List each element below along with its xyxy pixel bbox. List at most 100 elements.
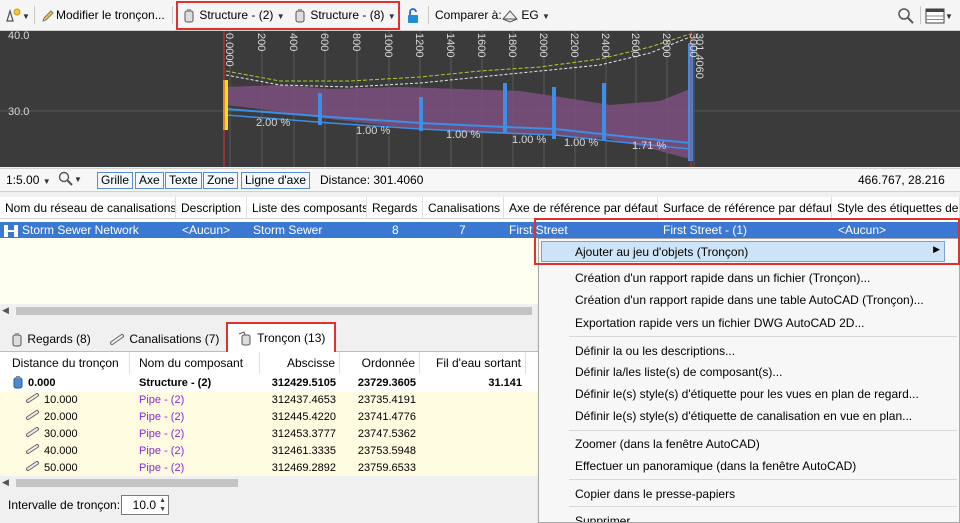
invert-out-cell bbox=[420, 460, 522, 476]
view-options-button[interactable]: ▼ bbox=[925, 4, 953, 26]
menu-item-export-dwg[interactable]: Exportation rapide vers un fichier DWG A… bbox=[575, 314, 864, 332]
northing-cell: 23759.6533 bbox=[357, 462, 416, 474]
easting-cell: 312445.4220 bbox=[271, 411, 336, 423]
slope-label: 1.00 % bbox=[356, 125, 391, 137]
scrollbar-thumb[interactable] bbox=[16, 307, 532, 315]
tab-pipes[interactable]: Canalisations (7) bbox=[110, 326, 226, 352]
table-row[interactable]: 30.000 Pipe - (2) 312453.3777 23747.5362 bbox=[0, 426, 538, 443]
compare-label: Comparer à: bbox=[435, 8, 502, 22]
zone-toggle-button[interactable]: Zone bbox=[203, 172, 239, 189]
structure-right-dropdown[interactable]: Structure - (8) ▼ bbox=[293, 4, 396, 26]
invert-out-cell bbox=[420, 392, 522, 409]
column-header[interactable]: Description bbox=[176, 197, 247, 219]
tab-section[interactable]: Tronçon (13) bbox=[226, 322, 336, 352]
tab-structures[interactable]: Regards (8) bbox=[10, 326, 104, 352]
northing-cell: 23735.4191 bbox=[357, 394, 416, 406]
menu-item-report-table[interactable]: Création d'un rapport rapide dans une ta… bbox=[575, 291, 924, 309]
northing-cell: 23741.4776 bbox=[357, 411, 416, 423]
table-row[interactable]: 20.000 Pipe - (2) 312445.4220 23741.4776 bbox=[0, 409, 538, 426]
component-name-cell: Pipe - (2) bbox=[139, 428, 185, 440]
interval-label: Intervalle de tronçon: bbox=[8, 498, 121, 512]
distance-cell: 10.000 bbox=[44, 394, 78, 406]
profile-view[interactable]: 40.0 30.0 0.0000 200 400 600 800 1000 1200 1400… bbox=[0, 31, 960, 167]
distance-cell: 40.000 bbox=[44, 445, 78, 457]
menu-item-pan[interactable]: Effectuer un panoramique (dans la fenêtr… bbox=[575, 457, 856, 475]
scrollbar-thumb[interactable] bbox=[16, 479, 238, 487]
new-network-button[interactable]: ▼ bbox=[4, 4, 30, 26]
centerline-toggle-button[interactable]: Ligne d'axe bbox=[241, 172, 311, 189]
column-header[interactable]: Liste des composants bbox=[247, 197, 367, 219]
axis-toggle-button[interactable]: Axe bbox=[135, 172, 164, 189]
station-label: 2000 bbox=[537, 33, 549, 58]
scale-dropdown[interactable]: 1:5.00 ▼ bbox=[6, 173, 51, 187]
parts-list-cell: Storm Sewer bbox=[253, 223, 323, 237]
zoom-menu-button[interactable]: ▼ bbox=[58, 171, 82, 187]
column-header[interactable]: Surface de référence par défaut bbox=[658, 197, 832, 219]
distance-cell: 30.000 bbox=[44, 428, 78, 440]
station-label: 2800 bbox=[660, 33, 672, 58]
table-row[interactable]: 40.000 Pipe - (2) 312461.3335 23753.5948 bbox=[0, 443, 538, 460]
grid-header: Nom du réseau de canalisations Descripti… bbox=[0, 197, 960, 219]
scroll-left-arrow-icon[interactable]: ◀ bbox=[2, 477, 9, 488]
pipe-network-icon bbox=[4, 225, 18, 237]
tab-bar: Regards (8) Canalisations (7) Tronçon (1… bbox=[0, 322, 538, 352]
pipes-count-cell: 7 bbox=[459, 223, 466, 237]
column-header[interactable]: Nom du composant bbox=[130, 352, 260, 374]
pipe-icon bbox=[26, 426, 40, 443]
table-row[interactable]: 0.000 Structure - (2) 312429.5105 23729.360… bbox=[0, 375, 538, 392]
menu-item-pipe-label-style[interactable]: Définir le(s) style(s) d'étiquette de ca… bbox=[575, 407, 912, 425]
table-horizontal-scrollbar[interactable]: ◀ bbox=[0, 476, 538, 490]
invert-out-cell bbox=[420, 409, 522, 426]
menu-item-delete[interactable]: Supprimer bbox=[575, 512, 630, 522]
edit-section-button[interactable]: Modifier le tronçon... bbox=[40, 4, 165, 26]
distance-cell: 20.000 bbox=[44, 411, 78, 423]
easting-cell: 312461.3335 bbox=[271, 445, 336, 457]
menu-item-copy-clipboard[interactable]: Copier dans le presse-papiers bbox=[575, 485, 735, 503]
component-name-cell: Pipe - (2) bbox=[139, 411, 185, 423]
menu-item-zoom[interactable]: Zoomer (dans la fenêtre AutoCAD) bbox=[575, 435, 760, 453]
column-header[interactable]: Nom du réseau de canalisations bbox=[0, 197, 176, 219]
elevation-label-mid: 30.0 bbox=[8, 106, 30, 118]
table-row[interactable]: 10.000 Pipe - (2) 312437.4653 23735.4191 bbox=[0, 392, 538, 409]
grid-toggle-button[interactable]: Grille bbox=[97, 172, 134, 189]
menu-separator bbox=[569, 336, 957, 337]
column-header[interactable]: Axe de référence par défaut bbox=[504, 197, 658, 219]
network-name-cell: Storm Sewer Network bbox=[22, 223, 139, 237]
station-label: 800 bbox=[350, 33, 362, 52]
structure-left-dropdown[interactable]: Structure - (2) ▼ bbox=[182, 4, 285, 26]
grid-horizontal-scrollbar[interactable]: ◀ bbox=[0, 304, 538, 318]
structures-count-cell: 8 bbox=[392, 223, 399, 237]
zoom-button[interactable] bbox=[897, 4, 915, 26]
status-bar: 1:5.00 ▼ ▼ Grille Axe Texte Zone Ligne d… bbox=[0, 168, 960, 192]
context-menu-highlight bbox=[534, 218, 960, 265]
column-header[interactable]: Style des étiquettes de bbox=[832, 197, 960, 219]
column-header[interactable]: Fil d'eau sortant bbox=[420, 352, 526, 374]
table-row[interactable]: 50.000 Pipe - (2) 312469.2892 23759.6533 bbox=[0, 460, 538, 476]
column-header[interactable]: Abscisse bbox=[260, 352, 340, 374]
interval-input[interactable]: 10.0 ▲ ▼ bbox=[121, 495, 169, 515]
menu-item-set-descriptions[interactable]: Définir la ou les descriptions... bbox=[575, 342, 735, 360]
unlock-button[interactable] bbox=[405, 4, 421, 26]
slope-label: 1.00 % bbox=[512, 134, 547, 146]
menu-item-set-parts-list[interactable]: Définir la/les liste(s) de composant(s).… bbox=[575, 363, 782, 381]
spinner-arrows-icon[interactable]: ▲ ▼ bbox=[159, 496, 166, 514]
compare-dropdown[interactable]: EG ▼ bbox=[502, 4, 550, 26]
column-header[interactable]: Regards bbox=[367, 197, 423, 219]
menu-item-report-file[interactable]: Création d'un rapport rapide dans un fic… bbox=[575, 269, 870, 287]
menu-item-structure-label-style[interactable]: Définir le(s) style(s) d'étiquette pour … bbox=[575, 385, 919, 403]
easting-cell: 312429.5105 bbox=[271, 377, 336, 389]
structure-icon bbox=[12, 332, 22, 347]
easting-cell: 312453.3777 bbox=[271, 428, 336, 440]
station-label: 1200 bbox=[413, 33, 425, 58]
scroll-left-arrow-icon[interactable]: ◀ bbox=[2, 305, 9, 316]
text-toggle-button[interactable]: Texte bbox=[165, 172, 202, 189]
station-label: 600 bbox=[318, 33, 330, 52]
pipe-icon bbox=[26, 392, 40, 409]
tab-label: Regards (8) bbox=[27, 332, 91, 346]
column-header[interactable]: Distance du tronçon bbox=[0, 352, 130, 374]
column-header[interactable]: Canalisations bbox=[423, 197, 504, 219]
column-header[interactable]: Ordonnée bbox=[340, 352, 420, 374]
description-cell: <Aucun> bbox=[182, 223, 231, 237]
station-label: 400 bbox=[287, 33, 299, 52]
invert-out-cell: 31.141 bbox=[488, 377, 522, 389]
